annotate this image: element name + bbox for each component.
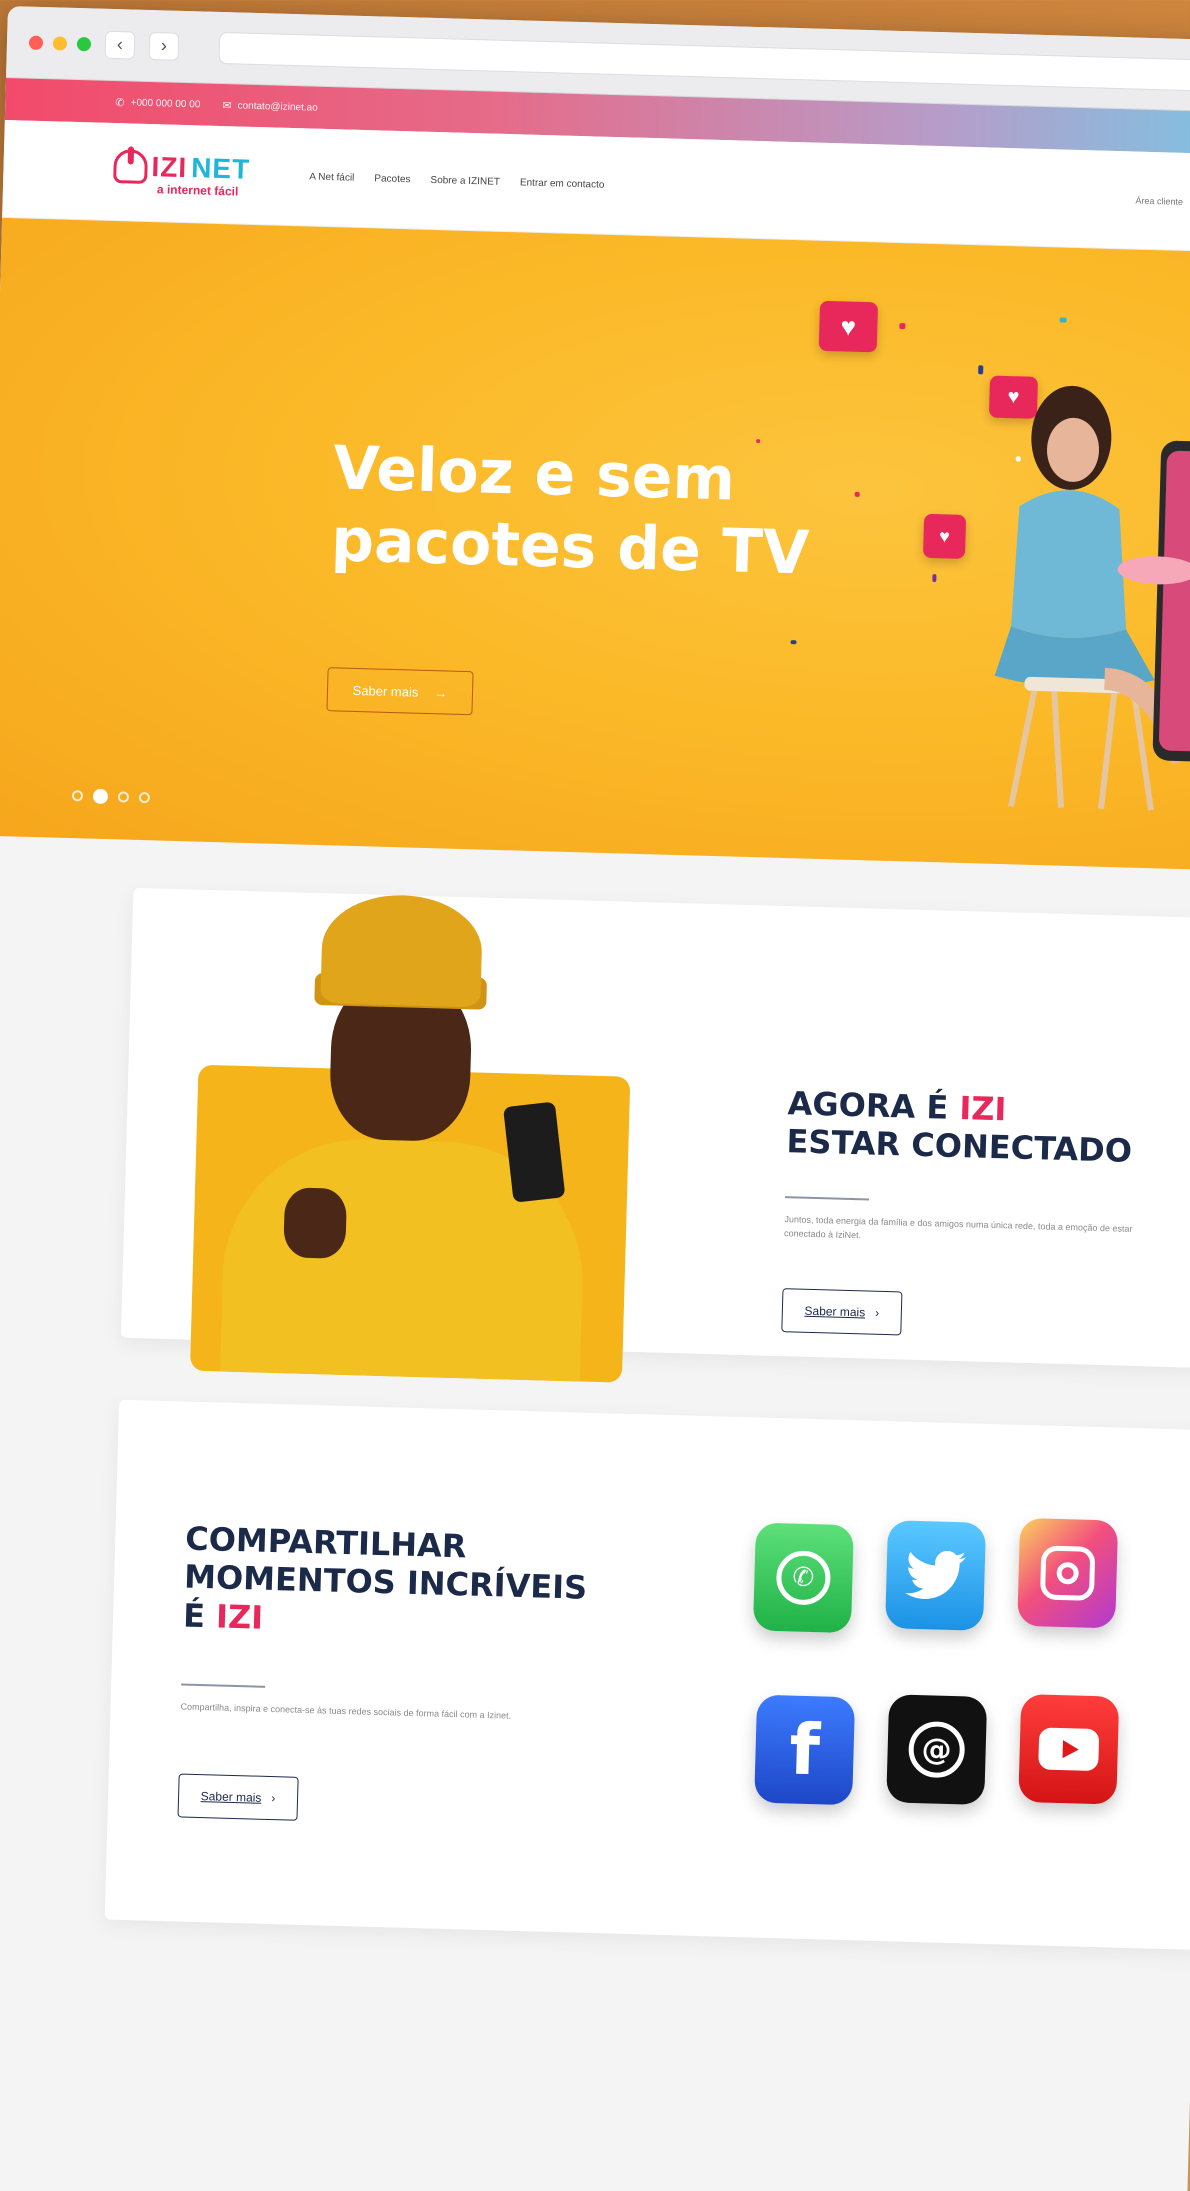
forward-button[interactable]: › — [148, 31, 180, 61]
carousel-indicators — [71, 788, 151, 805]
confetti — [1059, 317, 1067, 323]
email-text: contato@izinet.ao — [237, 99, 318, 114]
chevron-right-icon: › — [875, 1305, 880, 1320]
nav-item-net-facil[interactable]: A Net fácil — [309, 171, 354, 183]
arrow-right-icon: → — [434, 684, 448, 701]
minimize-window-button[interactable] — [52, 35, 68, 51]
whatsapp-icon[interactable]: ✆ — [752, 1522, 854, 1634]
happy-man-phone-image — [189, 893, 631, 1383]
section2-title-accent: IZI — [215, 1597, 264, 1637]
hero-saber-mais-button[interactable]: Saber mais → — [326, 667, 474, 716]
close-window-button[interactable] — [28, 35, 44, 50]
youtube-icon[interactable] — [1018, 1693, 1120, 1805]
address-bar[interactable] — [218, 31, 1190, 92]
phone-icon: ✆ — [115, 96, 125, 109]
client-area-link[interactable]: Área cliente — [1135, 195, 1183, 206]
share-moments-section: COMPARTILHAR MOMENTOS INCRÍVEIS É IZI Co… — [104, 1399, 1190, 1951]
phone-contact[interactable]: ✆ +000 000 00 00 — [115, 96, 200, 111]
section2-title-prefix: É — [182, 1596, 217, 1636]
section1-title-prefix: AGORA É — [787, 1084, 960, 1127]
divider — [181, 1683, 266, 1688]
browser-window: ‹ › ✆ +000 000 00 00 ✉ contato@izinet.ao… — [0, 6, 1190, 2191]
section2-saber-mais-button[interactable]: Saber mais › — [177, 1773, 299, 1821]
confetti — [978, 365, 984, 375]
twitter-icon[interactable] — [885, 1520, 987, 1631]
hero-title: Veloz e sem pacotes de TV — [330, 433, 811, 589]
section1-button-label: Saber mais — [804, 1303, 866, 1320]
smartphone-icon — [503, 1101, 566, 1203]
section1-text: Juntos, toda energia da família e dos am… — [783, 1214, 1133, 1241]
instagram-icon[interactable] — [1017, 1517, 1119, 1629]
phone-text: +000 000 00 00 — [130, 96, 201, 110]
section2-text: Compartilha, inspira e conecta-se às tua… — [180, 1701, 512, 1721]
logo-tagline: a internet fácil — [156, 181, 239, 198]
main-nav: A Net fácil Pacotes Sobre a IZINET Entra… — [309, 171, 604, 190]
social-icons-grid: ✆ f @ — [747, 1517, 1155, 1843]
section1-title: AGORA É IZI ESTAR CONECTADO — [786, 1084, 1133, 1170]
maximize-window-button[interactable] — [76, 36, 92, 51]
celebrating-woman-image — [994, 385, 1190, 811]
carousel-dot-active[interactable] — [92, 788, 109, 805]
section1-saber-mais-button[interactable]: Saber mais › — [781, 1288, 903, 1336]
carousel-dot[interactable] — [71, 790, 84, 802]
confetti — [899, 323, 906, 330]
nav-item-contacto[interactable]: Entrar em contacto — [520, 177, 605, 190]
izinet-logo[interactable]: IZI NET a internet fácil — [113, 148, 274, 199]
izinet-logo-icon — [113, 148, 149, 184]
like-heart-icon: ♥ — [818, 300, 879, 353]
mail-icon: ✉ — [222, 99, 232, 112]
hero-button-label: Saber mais — [352, 682, 419, 700]
nav-item-sobre[interactable]: Sobre a IZINET — [430, 175, 500, 188]
logo-izi: IZI — [151, 150, 188, 183]
nav-item-pacotes[interactable]: Pacotes — [374, 173, 410, 185]
section1-title-accent: IZI — [958, 1089, 1007, 1129]
divider — [785, 1196, 870, 1201]
logo-net: NET — [190, 151, 251, 185]
carousel-dot[interactable] — [138, 791, 151, 804]
email-contact[interactable]: ✉ contato@izinet.ao — [222, 99, 318, 115]
hero-banner: ♥ ♥ ♥ Veloz e sem pacotes de TV Saber ma… — [0, 217, 1190, 871]
section1-title-line2: ESTAR CONECTADO — [786, 1122, 1133, 1171]
section2-title: COMPARTILHAR MOMENTOS INCRÍVEIS É IZI — [183, 1520, 589, 1646]
confetti — [756, 439, 761, 444]
threads-icon[interactable]: @ — [886, 1694, 988, 1805]
facebook-icon[interactable]: f — [754, 1694, 856, 1806]
connected-section: AGORA É IZI ESTAR CONECTADO Juntos, toda… — [120, 887, 1190, 1383]
carousel-dot[interactable] — [117, 791, 130, 803]
back-button[interactable]: ‹ — [104, 30, 136, 60]
confetti — [790, 640, 797, 645]
section2-button-label: Saber mais — [200, 1789, 262, 1805]
chevron-right-icon: › — [271, 1791, 276, 1806]
